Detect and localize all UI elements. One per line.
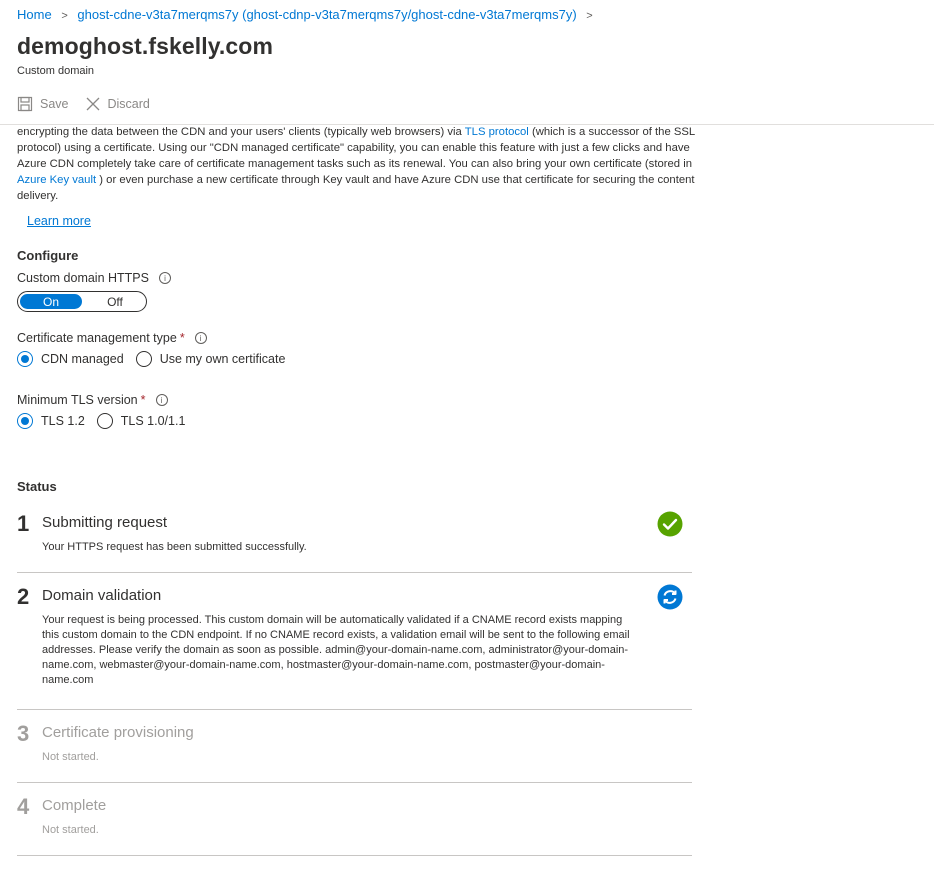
cert-label-text: Certificate management type (17, 331, 177, 345)
step-title: Certificate provisioning (42, 724, 194, 741)
close-icon (86, 97, 99, 111)
radio-button-selected[interactable] (17, 413, 33, 429)
chevron-right-icon: > (61, 10, 68, 22)
info-icon[interactable]: i (158, 272, 171, 284)
discard-button[interactable]: Discard (85, 96, 150, 112)
status-step-certificate-provisioning: 3 Certificate provisioning Not started. (17, 721, 692, 781)
required-marker: * (179, 331, 185, 345)
certificate-management-label: Certificate management type * i (17, 331, 207, 345)
tls-protocol-link[interactable]: TLS protocol (465, 126, 529, 138)
status-step-domain-validation: 2 Domain validation Your request is bein… (17, 584, 692, 704)
breadcrumb-home-link[interactable]: Home (17, 7, 52, 22)
tls-label-text: Minimum TLS version (17, 393, 138, 407)
step-description: Your request is being processed. This cu… (42, 614, 630, 686)
radio-button[interactable] (96, 413, 113, 429)
radio-button-selected[interactable] (17, 351, 33, 367)
step-number: 1 (17, 511, 30, 536)
save-button[interactable]: Save (17, 96, 69, 112)
step-number: 4 (17, 794, 30, 819)
save-icon (17, 96, 33, 112)
toolbar: Save Discard (17, 96, 166, 112)
custom-domain-https-label: Custom domain HTTPS i (17, 271, 171, 285)
azure-key-vault-link[interactable]: Azure Key vault (17, 174, 96, 186)
step-title: Complete (42, 797, 107, 814)
learn-more-link[interactable]: Learn more (27, 214, 91, 228)
page-subtitle: Custom domain (17, 65, 95, 77)
required-marker: * (140, 393, 146, 407)
status-step-complete: 4 Complete Not started. (17, 794, 692, 854)
info-icon[interactable]: i (194, 332, 207, 344)
radio-button[interactable] (135, 351, 152, 367)
step-title: Submitting request (42, 514, 168, 531)
step-divider (17, 709, 692, 710)
description-text: ) or even purchase a new certificate thr… (17, 174, 695, 202)
chevron-right-icon: > (586, 10, 593, 22)
configure-heading: Configure (17, 248, 79, 263)
step-number: 2 (17, 584, 30, 609)
step-description: Your HTTPS request has been submitted su… (42, 541, 307, 553)
step-title: Domain validation (42, 587, 162, 604)
toggle-on-option[interactable]: On (20, 294, 82, 309)
radio-cdn-managed[interactable]: CDN managed (17, 351, 124, 367)
status-step-submitting: 1 Submitting request Your HTTPS request … (17, 511, 692, 571)
checkmark-circle-icon (657, 511, 683, 537)
https-label-text: Custom domain HTTPS (17, 271, 149, 285)
step-divider (17, 855, 692, 856)
save-label: Save (40, 97, 69, 111)
certificate-type-radio-group: CDN managed Use my own certificate (17, 351, 297, 367)
step-divider (17, 572, 692, 573)
tls-version-radio-group: TLS 1.2 TLS 1.0/1.1 (17, 413, 197, 429)
radio-own-certificate[interactable]: Use my own certificate (135, 351, 286, 367)
toggle-off-option[interactable]: Off (84, 292, 146, 311)
page-title: demoghost.fskelly.com (17, 33, 274, 59)
breadcrumb: Home > ghost-cdne-v3ta7merqms7y (ghost-c… (17, 7, 599, 22)
info-icon[interactable]: i (155, 394, 168, 406)
radio-tls-1-2[interactable]: TLS 1.2 (17, 413, 85, 429)
radio-label: TLS 1.2 (41, 414, 85, 428)
step-description: Not started. (42, 751, 99, 763)
radio-label: Use my own certificate (159, 352, 286, 366)
radio-tls-1-0[interactable]: TLS 1.0/1.1 (96, 413, 186, 429)
https-description: encrypting the data between the CDN and … (17, 124, 697, 204)
minimum-tls-label: Minimum TLS version * i (17, 393, 168, 407)
step-number: 3 (17, 721, 30, 746)
https-toggle[interactable]: On Off (17, 291, 147, 312)
radio-label: TLS 1.0/1.1 (120, 414, 186, 428)
status-heading: Status (17, 479, 57, 494)
description-text: encrypting the data between the CDN and … (17, 126, 465, 138)
discard-label: Discard (107, 97, 150, 111)
sync-icon (657, 584, 683, 610)
radio-label: CDN managed (41, 352, 124, 366)
step-description: Not started. (42, 824, 99, 836)
step-divider (17, 782, 692, 783)
breadcrumb-endpoint-link[interactable]: ghost-cdne-v3ta7merqms7y (ghost-cdnp-v3t… (77, 7, 576, 22)
